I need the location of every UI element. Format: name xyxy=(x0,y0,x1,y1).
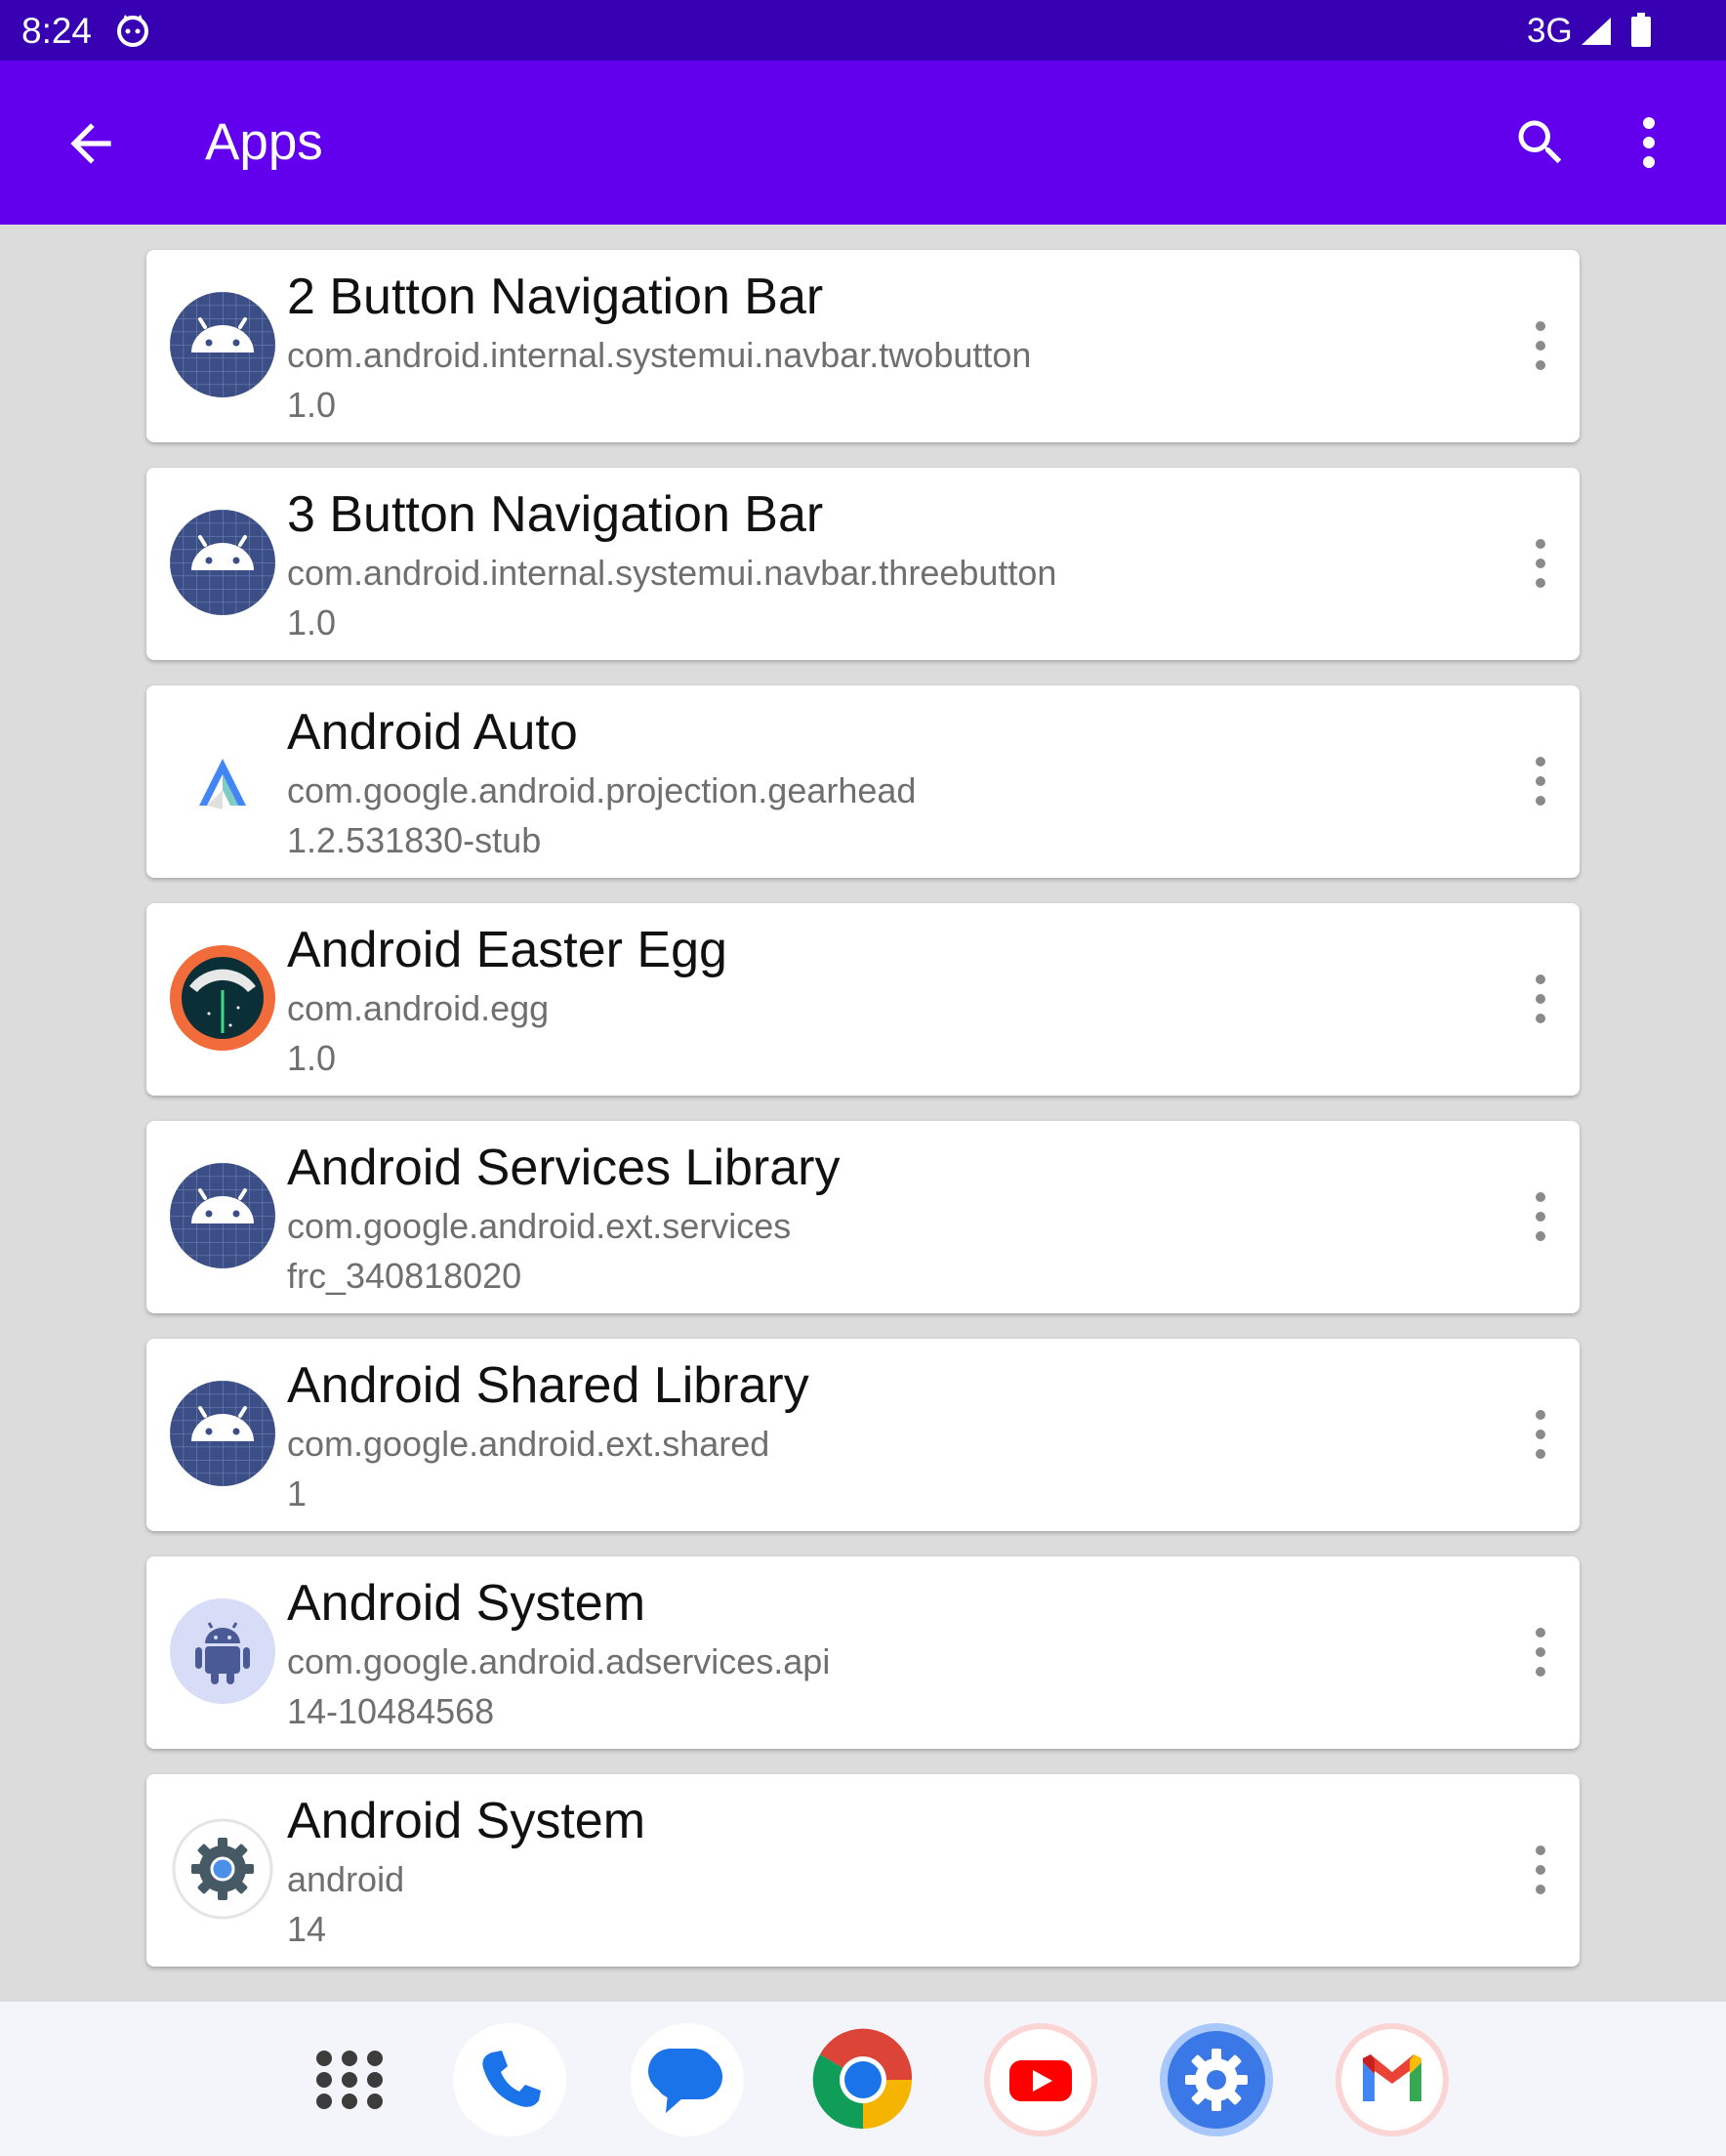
search-icon[interactable] xyxy=(1511,113,1570,172)
app-drawer-icon[interactable] xyxy=(289,2019,410,2140)
app-card[interactable]: Android System com.google.android.adserv… xyxy=(146,1556,1580,1749)
app-version: 14-10484568 xyxy=(287,1691,495,1731)
app-card[interactable]: Android System android 14 xyxy=(146,1774,1580,1967)
youtube-icon[interactable] xyxy=(980,2019,1101,2140)
more-vert-icon[interactable] xyxy=(1523,534,1558,593)
signal-icon xyxy=(1580,16,1613,52)
status-time: 8:24 xyxy=(21,11,93,51)
android-default-icon xyxy=(170,1163,275,1268)
more-vert-icon[interactable] xyxy=(1523,1623,1558,1681)
messages-icon[interactable] xyxy=(627,2019,748,2140)
app-card[interactable]: Android Auto com.google.android.projecti… xyxy=(146,685,1580,878)
app-package: com.google.android.ext.services xyxy=(287,1206,792,1246)
app-package: com.google.android.ext.shared xyxy=(287,1424,770,1464)
more-vert-icon[interactable] xyxy=(1523,1187,1558,1246)
more-vert-icon[interactable] xyxy=(1523,1841,1558,1899)
more-vert-icon[interactable] xyxy=(1523,1405,1558,1464)
cat-icon xyxy=(115,13,150,53)
app-package: com.android.internal.systemui.navbar.thr… xyxy=(287,553,1057,593)
more-vert-icon[interactable] xyxy=(1523,752,1558,810)
app-card[interactable]: Android Shared Library com.google.androi… xyxy=(146,1339,1580,1531)
app-name: Android Easter Egg xyxy=(287,922,727,978)
app-package: com.google.android.adservices.api xyxy=(287,1641,831,1681)
app-package: com.android.egg xyxy=(287,988,550,1028)
app-name: 2 Button Navigation Bar xyxy=(287,269,824,325)
app-card[interactable]: 2 Button Navigation Bar com.android.inte… xyxy=(146,250,1580,442)
app-name: Android Shared Library xyxy=(287,1357,809,1414)
chrome-icon[interactable] xyxy=(802,2019,924,2140)
app-package: android xyxy=(287,1859,405,1899)
app-card[interactable]: 3 Button Navigation Bar com.android.inte… xyxy=(146,468,1580,660)
battery-icon xyxy=(1630,13,1652,53)
easter-egg-icon xyxy=(170,945,275,1051)
more-vert-icon[interactable] xyxy=(1626,113,1671,172)
status-bar: 8:24 3G xyxy=(0,0,1726,61)
app-version: 14 xyxy=(287,1909,327,1949)
more-vert-icon[interactable] xyxy=(1523,970,1558,1028)
android-default-icon xyxy=(170,292,275,397)
app-package: com.android.internal.systemui.navbar.two… xyxy=(287,335,1032,375)
app-name: Android System xyxy=(287,1575,646,1632)
android-default-icon xyxy=(170,1381,275,1486)
settings-icon[interactable] xyxy=(1156,2019,1277,2140)
app-version: 1.2.531830-stub xyxy=(287,820,542,860)
phone-icon[interactable] xyxy=(449,2019,570,2140)
app-name: 3 Button Navigation Bar xyxy=(287,486,824,543)
app-name: Android Auto xyxy=(287,704,578,761)
gmail-icon[interactable] xyxy=(1332,2019,1453,2140)
app-name: Android Services Library xyxy=(287,1140,841,1196)
back-arrow-icon[interactable] xyxy=(61,113,121,174)
more-vert-icon[interactable] xyxy=(1523,316,1558,375)
dock xyxy=(0,2002,1726,2156)
settings-gear-icon xyxy=(170,1816,275,1922)
app-name: Android System xyxy=(287,1793,646,1849)
app-version: frc_340818020 xyxy=(287,1256,522,1296)
app-bar: Apps xyxy=(0,61,1726,225)
app-card[interactable]: Android Easter Egg com.android.egg 1.0 xyxy=(146,903,1580,1096)
app-card[interactable]: Android Services Library com.google.andr… xyxy=(146,1121,1580,1313)
app-list: 2 Button Navigation Bar com.android.inte… xyxy=(146,250,1580,1992)
android-robot-icon xyxy=(170,1598,275,1704)
android-default-icon xyxy=(170,510,275,615)
app-version: 1 xyxy=(287,1473,308,1513)
app-package: com.google.android.projection.gearhead xyxy=(287,770,917,810)
android-auto-icon xyxy=(170,727,275,833)
app-version: 1.0 xyxy=(287,602,337,643)
page-title: Apps xyxy=(205,113,323,171)
app-version: 1.0 xyxy=(287,1038,337,1078)
network-type: 3G xyxy=(1527,12,1573,50)
app-version: 1.0 xyxy=(287,385,337,425)
